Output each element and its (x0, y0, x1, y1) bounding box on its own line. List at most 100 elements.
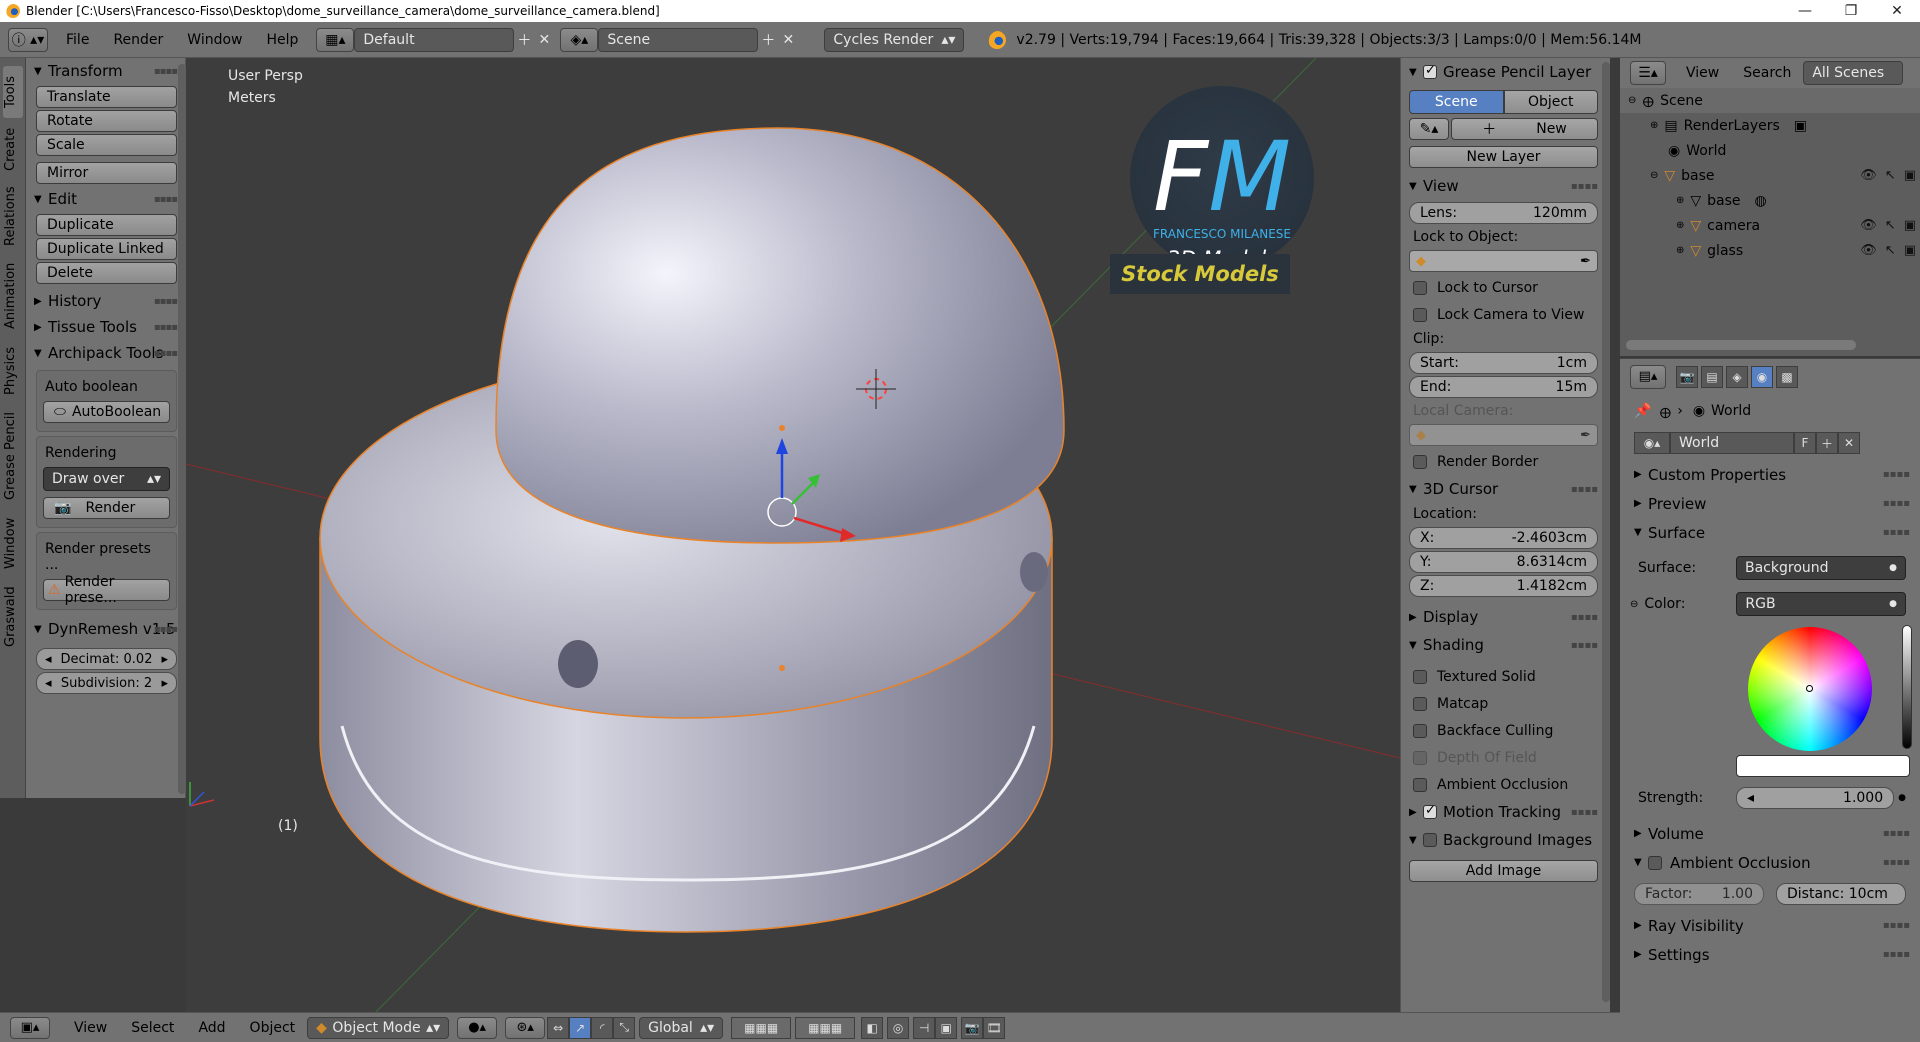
value-slider[interactable] (1902, 625, 1912, 749)
outliner-row-base-object[interactable]: ⊖ ▽ base 👁 ↖ ▣ (1620, 163, 1920, 188)
draw-over-dropdown[interactable]: Draw over ▴▾ (43, 467, 170, 491)
new-grease-pencil-button[interactable]: ＋ New (1451, 118, 1598, 140)
add-screen-icon[interactable]: ＋ (514, 30, 534, 50)
view-panel-header[interactable]: ▼ View ▪▪▪▪ (1401, 172, 1610, 200)
outliner-row-camera[interactable]: ⊕ ▽ camera 👁 ↖ ▣ (1620, 213, 1920, 238)
settings-panel-header[interactable]: ▶ Settings ▪▪▪▪ (1620, 940, 1920, 969)
tab-tools[interactable]: Tools (3, 66, 23, 118)
panel-grip-icon[interactable]: ▪▪▪▪ (1571, 484, 1598, 495)
lock-camera-checkbox[interactable]: Lock Camera to View (1401, 301, 1610, 328)
screen-layout-icon[interactable]: ▦▴ (316, 27, 355, 52)
new-layer-button[interactable]: New Layer (1409, 146, 1598, 168)
tab-physics[interactable]: Physics (3, 340, 23, 402)
outliner-search-menu[interactable]: Search (1731, 65, 1803, 81)
scene-field[interactable]: Scene (598, 27, 759, 52)
menu-window[interactable]: Window (175, 32, 254, 48)
pivot-point-button[interactable]: ⊛▴ (505, 1016, 546, 1039)
outliner-row-renderlayers[interactable]: ⊕ ▤ RenderLayers ▣ (1620, 113, 1920, 138)
textured-solid-checkbox[interactable]: Textured Solid (1401, 663, 1610, 690)
panel-grip-icon[interactable]: ▪▪▪▪ (154, 348, 178, 359)
background-images-checkbox[interactable] (1423, 833, 1437, 847)
add-world-icon[interactable]: ＋ (1816, 432, 1838, 454)
tool-shelf-scrollbar[interactable] (178, 64, 186, 794)
transform-panel-header[interactable]: ▼ Transform ▪▪▪▪ (26, 58, 185, 84)
select-arrow-icon[interactable]: ↖ (1885, 243, 1896, 258)
cursor-x-field[interactable]: X: -2.4603cm (1409, 527, 1598, 549)
color-wheel-cursor[interactable] (1806, 685, 1813, 692)
autoboolean-button[interactable]: ⬭ AutoBoolean (43, 401, 170, 423)
duplicate-button[interactable]: Duplicate (36, 214, 177, 236)
ambient-occlusion-checkbox[interactable] (1648, 855, 1662, 870)
backface-culling-checkbox[interactable]: Backface Culling (1401, 717, 1610, 744)
remove-screen-icon[interactable]: ✕ (534, 30, 554, 50)
opengl-animation-icon[interactable]: 🎞 (983, 1016, 1006, 1039)
world-name-field[interactable]: World (1670, 432, 1794, 454)
cursor-z-field[interactable]: Z: 1.4182cm (1409, 575, 1598, 597)
opengl-render-icon[interactable]: 📷 (961, 1016, 984, 1039)
render-engine-dropdown[interactable]: Cycles Render ▴▾ (824, 27, 965, 52)
scene-toggle[interactable]: Scene (1409, 90, 1504, 114)
tab-graswald[interactable]: Graswald (3, 580, 23, 654)
panel-grip-icon[interactable]: ▪▪▪▪ (1571, 807, 1598, 818)
duplicate-linked-button[interactable]: Duplicate Linked (36, 238, 177, 260)
archipack-panel-header[interactable]: ▼ Archipack Tools ▪▪▪▪ (26, 340, 185, 366)
menu-object[interactable]: Object (238, 1020, 308, 1036)
shading-panel-header[interactable]: ▼ Shading ▪▪▪▪ (1401, 631, 1610, 659)
delete-button[interactable]: Delete (36, 262, 177, 284)
panel-grip-icon[interactable]: ▪▪▪▪ (154, 194, 178, 205)
decimat-field[interactable]: ◂ Decimat: 0.02 ▸ (36, 648, 177, 670)
remove-scene-icon[interactable]: ✕ (778, 30, 798, 50)
panel-grip-icon[interactable]: ▪▪▪▪ (1883, 527, 1910, 538)
panel-grip-icon[interactable]: ▪▪▪▪ (154, 322, 178, 333)
expand-icon[interactable]: ⊕ (1676, 245, 1684, 256)
pencil-icon[interactable]: ✎▴ (1409, 118, 1449, 140)
edit-panel-header[interactable]: ▼ Edit ▪▪▪▪ (26, 186, 185, 212)
collapse-icon[interactable]: ⊖ (1628, 95, 1636, 106)
matcap-checkbox[interactable]: Matcap (1401, 690, 1610, 717)
eye-icon[interactable]: 👁 (1860, 218, 1877, 233)
clip-end-field[interactable]: End: 15m (1409, 376, 1598, 398)
panel-grip-icon[interactable]: ▪▪▪▪ (1883, 857, 1910, 868)
panel-grip-icon[interactable]: ▪▪▪▪ (154, 296, 178, 307)
render-presets-button[interactable]: ⚠ Render prese... (43, 574, 170, 606)
ao-distance-field[interactable]: Distanc: 10cm (1776, 883, 1906, 905)
display-panel-header[interactable]: ▶ Display ▪▪▪▪ (1401, 603, 1610, 631)
close-button[interactable]: ✕ (1874, 3, 1920, 19)
render-button[interactable]: 📷 Render (43, 497, 170, 519)
tab-window[interactable]: Window (3, 510, 23, 576)
panel-grip-icon[interactable]: ▪▪▪▪ (1883, 469, 1910, 480)
cursor-y-field[interactable]: Y: 8.6314cm (1409, 551, 1598, 573)
color-wheel[interactable] (1748, 627, 1872, 751)
editor-type-outliner-button[interactable]: ☰▴ (1630, 61, 1666, 85)
layers-grid-icon[interactable]: ▦▦▦ (731, 1016, 792, 1039)
editor-type-properties-button[interactable]: ▤▴ (1630, 364, 1666, 389)
link-socket-icon[interactable]: ● (1898, 793, 1906, 803)
panel-grip-icon[interactable]: ▪▪▪▪ (154, 624, 178, 635)
snap-icon[interactable]: ⊣ (913, 1016, 936, 1039)
lock-to-cursor-checkbox[interactable]: Lock to Cursor (1401, 274, 1610, 301)
ambient-occlusion-checkbox[interactable]: Ambient Occlusion (1401, 771, 1610, 798)
panel-grip-icon[interactable]: ▪▪▪▪ (1571, 612, 1598, 623)
maximize-button[interactable]: ❐ (1828, 3, 1874, 19)
proportional-editing-icon[interactable]: ◎ (887, 1016, 910, 1039)
translate-button[interactable]: Translate (36, 86, 177, 108)
lock-layers-icon[interactable]: ◧ (861, 1016, 884, 1039)
render-border-checkbox[interactable]: Render Border (1401, 448, 1610, 475)
outliner-horizontal-scrollbar[interactable] (1626, 340, 1856, 350)
expand-icon[interactable]: ⊕ (1676, 195, 1684, 206)
translate-manipulator-icon[interactable]: ↗ (569, 1016, 592, 1039)
panel-grip-icon[interactable]: ▪▪▪▪ (1883, 920, 1910, 931)
ambient-occlusion-panel-header[interactable]: ▼ Ambient Occlusion ▪▪▪▪ (1620, 848, 1920, 877)
eye-icon[interactable]: 👁 (1860, 168, 1877, 183)
texture-context-icon[interactable]: ▩ (1776, 365, 1798, 388)
preview-panel-header[interactable]: ▶ Preview ▪▪▪▪ (1620, 489, 1920, 518)
outliner-row-glass[interactable]: ⊕ ▽ glass 👁 ↖ ▣ (1620, 238, 1920, 263)
history-panel-header[interactable]: ▶ History ▪▪▪▪ (26, 288, 185, 314)
mirror-button[interactable]: Mirror (36, 162, 177, 184)
subdivision-field[interactable]: ◂ Subdivision: 2 ▸ (36, 672, 177, 694)
scene-icon[interactable]: ◈▴ (560, 27, 599, 52)
collapse-icon[interactable]: ⊖ (1630, 599, 1638, 610)
properties-region-scrollbar[interactable] (1602, 62, 1610, 1002)
surface-panel-header[interactable]: ▼ Surface ▪▪▪▪ (1620, 518, 1920, 547)
layers-grid-icon-2[interactable]: ▦▦▦ (795, 1016, 856, 1039)
